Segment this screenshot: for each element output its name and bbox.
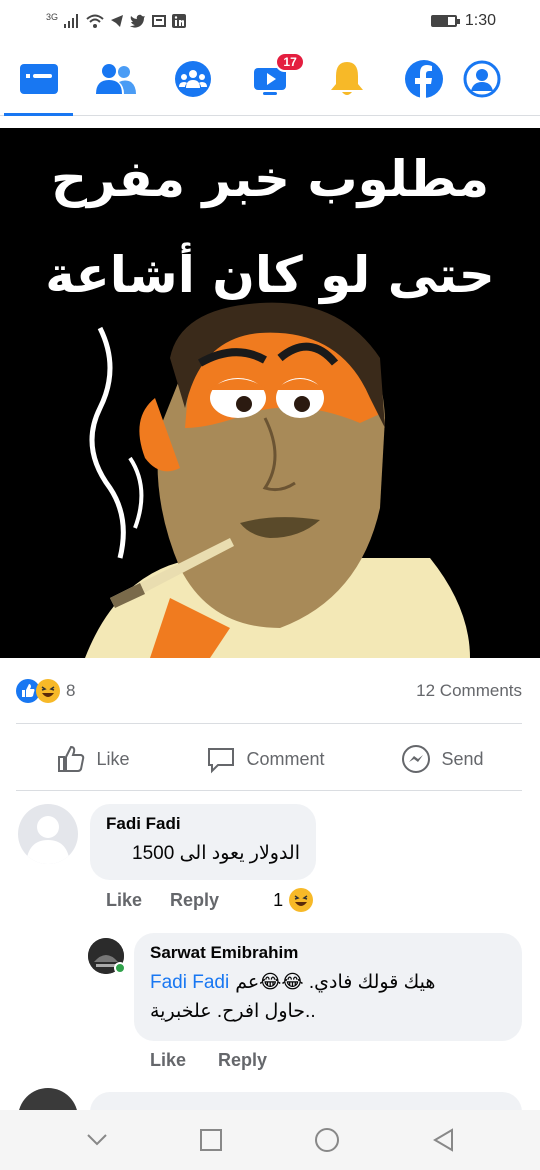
- like-button[interactable]: Like: [56, 744, 130, 774]
- reply-meta: Like Reply: [150, 1050, 267, 1071]
- post-actions: Like Comment Send: [0, 728, 540, 790]
- linkedin-icon: [172, 14, 187, 28]
- default-avatar-icon: [26, 816, 70, 864]
- reaction-count: 8: [66, 681, 76, 700]
- tab-news-feed[interactable]: [0, 42, 77, 116]
- comment-text: الدولار يعود الى 1500: [132, 843, 300, 864]
- tab-friends[interactable]: [77, 42, 154, 116]
- tab-watch[interactable]: 17: [231, 42, 308, 116]
- comment-like-button[interactable]: Like: [106, 890, 142, 911]
- back-icon[interactable]: [432, 1128, 454, 1152]
- reply-author[interactable]: Sarwat Emibrahim: [150, 943, 506, 963]
- tab-notifications[interactable]: [309, 42, 386, 116]
- online-indicator: [114, 962, 126, 974]
- friends-icon: [95, 63, 136, 94]
- signal-icon: [64, 14, 79, 28]
- news-feed-icon: [19, 63, 58, 94]
- comment-meta: Like Reply 1: [106, 888, 314, 912]
- divider: [16, 723, 522, 724]
- watch-badge: 17: [275, 51, 305, 72]
- status-left: 3G: [46, 12, 187, 28]
- comment-label: Comment: [246, 748, 325, 769]
- comments-count[interactable]: 12 Comments: [416, 681, 522, 701]
- wifi-icon: [86, 14, 104, 28]
- reaction-summary[interactable]: 8: [16, 679, 75, 703]
- send-button[interactable]: Send: [401, 744, 483, 774]
- status-bar: 3G 1:30: [0, 0, 540, 42]
- twitter-icon: [130, 14, 146, 28]
- facebook-icon: [405, 59, 444, 98]
- status-right: 1:30: [430, 12, 496, 30]
- comment-reaction-count: 1: [273, 889, 284, 910]
- recent-apps-icon[interactable]: [200, 1129, 222, 1151]
- home-icon[interactable]: [314, 1127, 340, 1153]
- reply-like-button[interactable]: Like: [150, 1050, 186, 1071]
- reply-text-line-1: Fadi Fadi هيك قولك فادي. 😂😂عم: [150, 971, 506, 994]
- comment-author[interactable]: Fadi Fadi: [106, 814, 300, 834]
- top-tab-bar: 17: [0, 42, 540, 116]
- messages-icon: [152, 15, 167, 27]
- reactions-row: 8 12 Comments: [16, 672, 522, 710]
- battery-icon: [430, 15, 460, 27]
- comment-reply-button[interactable]: Reply: [170, 890, 219, 911]
- reply-bubble: Sarwat Emibrahim Fadi Fadi هيك قولك فادي…: [134, 933, 522, 1041]
- divider: [16, 790, 522, 791]
- telegram-icon: [111, 15, 124, 27]
- comment-bubble: Fadi Fadi الدولار يعود الى 1500: [90, 804, 316, 880]
- chevron-down-icon[interactable]: [86, 1133, 108, 1147]
- haha-reaction-icon: [36, 679, 60, 703]
- reply-text-line-2: ..حاول افرح. علخبرية: [150, 1001, 316, 1022]
- reply-reply-button[interactable]: Reply: [218, 1050, 267, 1071]
- clock: 1:30: [464, 12, 496, 29]
- tab-profile[interactable]: [463, 42, 540, 116]
- comment-button[interactable]: Comment: [206, 744, 324, 774]
- profile-icon: [463, 60, 501, 97]
- comment-icon: [208, 748, 235, 774]
- reply-avatar[interactable]: [88, 938, 126, 974]
- tab-groups[interactable]: [154, 42, 231, 116]
- send-label: Send: [441, 748, 484, 769]
- groups-icon: [174, 60, 211, 97]
- cartoon-man-illustration: [85, 302, 470, 658]
- post-image[interactable]: مطلوب خبر مفرح حتى لو كان أشاعة: [0, 128, 540, 658]
- system-nav-bar: [0, 1110, 540, 1170]
- network-type: 3G: [46, 12, 59, 22]
- thumbs-up-icon: [58, 745, 85, 772]
- reply-mention[interactable]: Fadi Fadi: [150, 972, 229, 994]
- avatar[interactable]: [18, 804, 78, 864]
- reply-text: هيك قولك فادي. 😂😂عم: [235, 972, 436, 993]
- bell-icon: [331, 61, 364, 95]
- like-label: Like: [96, 748, 130, 769]
- tab-facebook[interactable]: [386, 42, 463, 116]
- messenger-icon: [402, 745, 431, 773]
- haha-reaction-icon: [289, 888, 314, 912]
